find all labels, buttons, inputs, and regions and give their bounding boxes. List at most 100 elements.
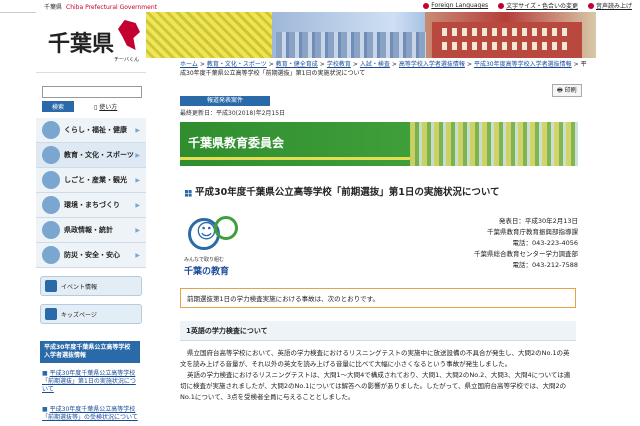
house-icon	[42, 121, 60, 139]
contact-phone: 電話：043-212-7588	[512, 261, 578, 269]
chevron-right-icon: ▶	[135, 126, 140, 134]
breadcrumb-link[interactable]: ホーム	[180, 61, 198, 68]
release-info: 発表日：平成30年2月13日 千葉県教育庁教育振興部指導課 電話：043-223…	[474, 216, 578, 271]
breadcrumb-separator: >	[268, 61, 274, 68]
menu-item-label: くらし・福祉・健康	[64, 126, 127, 134]
contact-phone: 電話：043-223-4056	[512, 239, 578, 247]
menu-item-label: しごと・産業・観光	[64, 176, 127, 184]
chevron-right-icon: ▶	[135, 151, 140, 159]
breadcrumb-separator: >	[573, 61, 579, 68]
breadcrumb-separator: >	[199, 61, 205, 68]
print-button[interactable]: 🖶 印刷	[552, 84, 582, 97]
breadcrumb-link[interactable]: 教育・文化・スポーツ	[207, 61, 267, 68]
text-size-color-link[interactable]: 文字サイズ・色合いの変更	[498, 1, 578, 10]
leaf-icon	[42, 196, 60, 214]
header-banner-image	[146, 12, 596, 58]
menu-item-safety[interactable]: 防災・安全・安心 ▶	[36, 243, 146, 268]
menu-item-label: 環境・まちづくり	[64, 201, 120, 209]
side-section-title[interactable]: 平成30年度千葉県公立高等学校入学者選抜情報	[40, 341, 140, 363]
category-menu: くらし・福祉・健康 ▶ 教育・文化・スポーツ ▶ しごと・産業・観光 ▶ 環境・まちづ…	[36, 118, 146, 268]
search-button[interactable]: 検索	[42, 101, 75, 112]
chevron-right-icon: ▶	[135, 251, 140, 259]
mascot-name: チーバくん	[114, 57, 139, 63]
body-paragraph: 英語の学力検査におけるリスニングテストは、大問1～大問4で構成されており、大問1…	[180, 371, 571, 401]
utility-links: Foreign Languages 文字サイズ・色合いの変更 音声読み上げ	[423, 1, 632, 10]
rapeseed-flowers-image	[146, 12, 272, 58]
text-size-icon	[498, 2, 505, 9]
contact-org: 千葉県教育庁教育振興部指導課	[487, 228, 578, 236]
breadcrumb: ホーム > 教育・文化・スポーツ > 教育・健全育成 > 学校教育 > 入試・検査 > 高等学校入学…	[180, 60, 590, 78]
board-of-education-banner: 千葉県教育委員会	[180, 122, 578, 166]
section-heading: 1英語の学力検査について	[180, 321, 576, 341]
site-search: 検索 ▯ 使い方	[42, 78, 142, 112]
foreign-languages-label: Foreign Languages	[431, 2, 489, 9]
text-size-color-label: 文字サイズ・色合いの変更	[506, 3, 578, 10]
article-body: 県立国府台高等学校において、英語の学力検査におけるリスニングテストの実施中に放送…	[180, 348, 576, 403]
building-icon	[42, 221, 60, 239]
breadcrumb-link[interactable]: 入試・検査	[360, 61, 390, 68]
kids-page-button[interactable]: キッズページ	[40, 304, 142, 324]
site-name-jp: 千葉県	[44, 4, 63, 11]
page-margin	[596, 12, 640, 426]
menu-item-label: 防災・安全・安心	[64, 251, 120, 259]
site-name-en: Chiba Prefectural Government	[66, 4, 157, 11]
calendar-icon	[45, 280, 57, 292]
menu-item-work[interactable]: しごと・産業・観光 ▶	[36, 168, 146, 193]
last-updated: 最終更新日：平成30(2018)年2月15日	[180, 110, 286, 117]
banner-stripe	[180, 157, 410, 160]
menu-item-government[interactable]: 県政情報・統計 ▶	[36, 218, 146, 243]
historic-building-image	[432, 22, 582, 58]
breadcrumb-link[interactable]: 平成30年度高等学校入学者選抜情報	[474, 61, 572, 68]
event-info-button[interactable]: イベント情報	[40, 276, 142, 296]
students-photo	[410, 122, 578, 166]
page-title: 平成30年度千葉県公立高等学校「前期選抜」第1日の実施状況について	[184, 184, 584, 198]
breadcrumb-separator: >	[319, 61, 325, 68]
search-help-label: 使い方	[99, 104, 118, 111]
pencil-icon	[42, 146, 60, 164]
page-title-text: 平成30年度千葉県公立高等学校「前期選抜」第1日の実施状況について	[195, 187, 500, 198]
menu-item-label: 教育・文化・スポーツ	[64, 151, 134, 159]
kids-icon	[45, 308, 57, 320]
breadcrumb-link[interactable]: 教育・健全育成	[276, 61, 318, 68]
read-aloud-label: 音声読み上げ	[595, 3, 632, 10]
print-label: 印刷	[564, 87, 577, 94]
briefcase-icon	[42, 171, 60, 189]
breadcrumb-separator: >	[466, 61, 472, 68]
foreign-languages-link[interactable]: Foreign Languages	[423, 1, 488, 10]
logo-text: 千葉県	[48, 31, 115, 57]
title-bullet-icon	[185, 189, 188, 193]
release-date: 発表日：平成30年2月13日	[498, 217, 578, 225]
side-link[interactable]: 平成30年度千葉県公立高等学校「前期選抜」第1日の実施状況について	[42, 370, 140, 394]
globe-icon	[423, 2, 430, 9]
education-e-icon	[214, 216, 238, 240]
site-name[interactable]: 千葉県 Chiba Prefectural Government	[44, 2, 157, 11]
chevron-right-icon: ▶	[135, 176, 140, 184]
city-skyline-image	[276, 32, 426, 58]
kids-page-label: キッズページ	[61, 311, 97, 319]
breadcrumb-separator: >	[352, 61, 358, 68]
body-paragraph: 県立国府台高等学校において、英語の学力検査におけるリスニングテストの実施中に放送…	[180, 349, 570, 368]
chiba-education-logo: みんなで取り組む 千葉の教育	[184, 216, 252, 278]
menu-item-education[interactable]: 教育・文化・スポーツ ▶	[36, 143, 146, 168]
chevron-right-icon: ▶	[135, 226, 140, 234]
read-aloud-link[interactable]: 音声読み上げ	[587, 1, 632, 10]
left-sidebar: 千葉県 チーバくん 検索 ▯ 使い方 くらし・福祉・健康 ▶ 教育・文化・スポーツ…	[36, 12, 146, 426]
menu-item-label: 県政情報・統計	[64, 226, 113, 234]
menu-item-living[interactable]: くらし・福祉・健康 ▶	[36, 118, 146, 143]
breadcrumb-separator: >	[391, 61, 397, 68]
menu-item-environment[interactable]: 環境・まちづくり ▶	[36, 193, 146, 218]
side-link[interactable]: 平成30年度千葉県公立高等学校「前期選抜等」の受検状況について	[42, 406, 140, 422]
breadcrumb-link[interactable]: 学校教育	[327, 61, 351, 68]
chevron-right-icon: ▶	[135, 201, 140, 209]
notice-box: 前期選抜第1日の学力検査実施における事故は、次のとおりです。	[180, 288, 576, 308]
chiba-kun-mascot-icon	[118, 20, 140, 50]
heart-icon	[42, 246, 60, 264]
press-release-tag: 報道発表案件	[180, 96, 270, 106]
event-info-label: イベント情報	[61, 283, 98, 291]
search-input[interactable]	[42, 86, 142, 98]
site-logo[interactable]: 千葉県 チーバくん	[36, 12, 146, 73]
speaker-icon	[587, 2, 594, 9]
contact-org: 千葉県総合教育センター学力調査部	[474, 250, 578, 258]
search-help-link[interactable]: ▯ 使い方	[94, 102, 117, 111]
breadcrumb-link[interactable]: 高等学校入学者選抜情報	[399, 61, 465, 68]
